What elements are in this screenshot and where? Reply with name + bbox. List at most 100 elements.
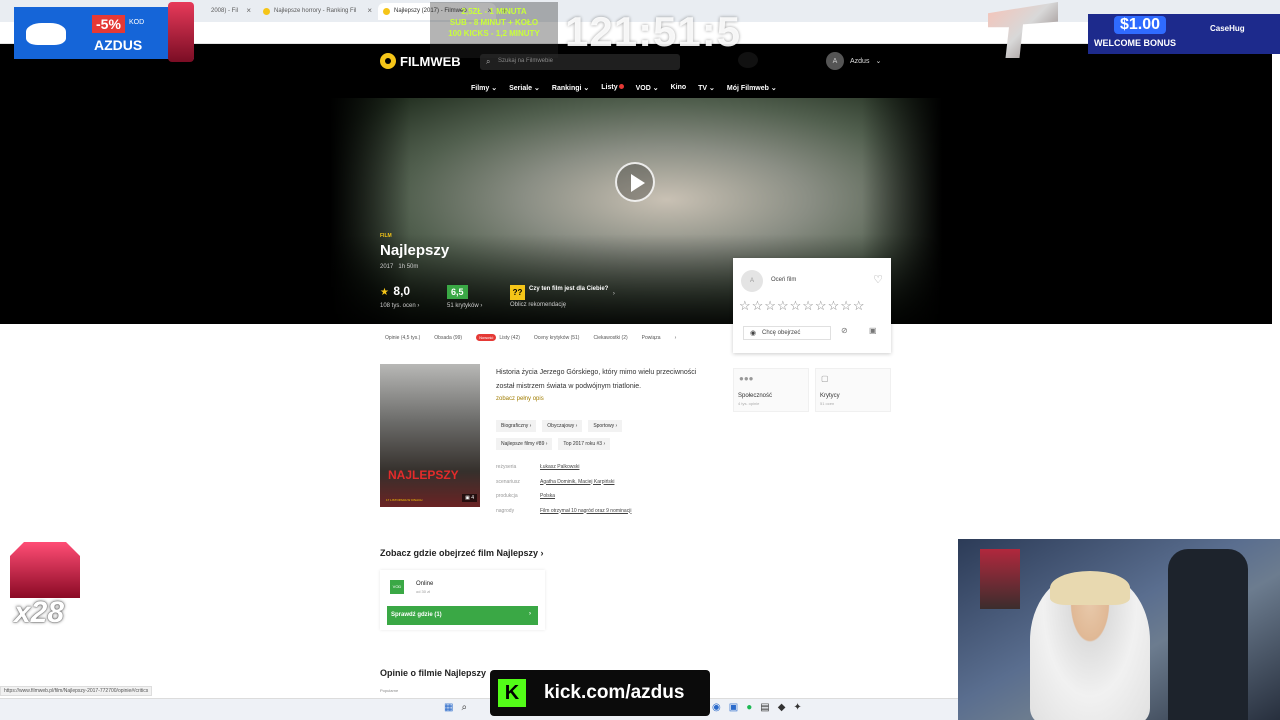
browser-tab[interactable]: 2008) - Fil × [195, 3, 255, 20]
full-description-link[interactable]: zobacz pełny opis [496, 396, 544, 402]
genre-chip[interactable]: Sportowy › [588, 420, 623, 432]
avatar: A [826, 52, 844, 70]
opinions-sort[interactable]: Popularne [380, 688, 398, 693]
ranking-chip[interactable]: Najlepsze filmy #89 › [496, 438, 553, 450]
timer-badge-icon [738, 52, 758, 68]
nav-item-tv[interactable]: TV ⌄ [698, 84, 715, 92]
where-to-watch-title[interactable]: Zobacz gdzie obejrzeć film Najlepszy › [380, 548, 544, 558]
hide-icon[interactable]: ⊘ [841, 326, 848, 335]
app-icon[interactable]: ◉ [712, 702, 721, 713]
question-icon: ?? [510, 285, 525, 300]
film-poster[interactable]: NAJLEPSZY 17 LISTOPADA W KINACH ▣ 4 [380, 364, 480, 507]
multiplier-text: x28 [14, 596, 65, 629]
nav-label: Seriale [509, 85, 533, 92]
add-to-list-icon[interactable]: ▣ [869, 326, 877, 335]
credit-row: reżyseria Łukasz Palkowski [496, 464, 631, 479]
recommend-sub: Oblicz rekomendację [510, 302, 567, 308]
user-rating[interactable]: ★ 8,0 108 tys. ocen › [380, 282, 419, 309]
tab-ciekawostki[interactable]: Ciekawostki (2) [593, 335, 627, 341]
main-nav: Filmy ⌄ Seriale ⌄ Rankingi ⌄ Listy VOD ⌄… [471, 84, 777, 92]
eye-icon: ◉ [750, 330, 757, 337]
rating-value: 8,0 [393, 284, 411, 298]
tab-oceny-krytykow[interactable]: Oceny krytyków (51) [534, 335, 580, 341]
spotify-icon[interactable]: ● [746, 702, 752, 713]
film-meta: 2017 1h 50m [380, 264, 418, 270]
nav-item-seriale[interactable]: Seriale ⌄ [509, 84, 540, 92]
taskbar-search-icon[interactable]: ⌕ [461, 702, 467, 713]
recommendation-button[interactable]: ?? Czy ten film jest dla Ciebie? › Oblicz… [510, 282, 615, 308]
credit-row: produkcja Polska [496, 493, 631, 508]
taskbar-apps: ◉ ▣ ● ▤ ◆ ✦ [712, 702, 802, 713]
ranking-label: Top 2017 roku #3 [563, 441, 603, 447]
chevron-right-icon[interactable]: › [675, 335, 677, 341]
nav-item-vod[interactable]: VOD ⌄ [636, 84, 659, 92]
app-icon[interactable]: ✦ [793, 702, 801, 713]
credit-value[interactable]: Łukasz Palkowski [540, 464, 579, 479]
credit-value[interactable]: Polska [540, 493, 555, 508]
chevron-down-icon: ⌄ [875, 58, 882, 65]
user-menu[interactable]: A Azdus ⌄ [826, 52, 881, 70]
want-to-watch-button[interactable]: ◉ Chcę obejrzeć [743, 326, 831, 340]
genre-chip[interactable]: Biograficzny › [496, 420, 537, 432]
browser-tab[interactable]: Najlepsze horrory - Ranking Fil × [258, 3, 376, 20]
online-label: Online [416, 581, 434, 587]
app-icon[interactable]: ▣ [729, 702, 738, 713]
tab-opinie[interactable]: Opinie (4,5 tys.) [385, 335, 420, 341]
heart-icon[interactable]: ♡ [873, 273, 883, 286]
film-description: Historia życia Jerzego Górskiego, który … [496, 369, 697, 390]
critics-score: 6,5 [447, 285, 468, 299]
energy-drink-can-icon [168, 2, 194, 62]
tab-listy-label: Listy (42) [499, 335, 520, 341]
close-icon[interactable]: × [367, 6, 372, 15]
critics-count: 51 krytyków [447, 303, 479, 309]
webcam-hair [1050, 571, 1130, 605]
app-icon[interactable]: ◆ [778, 702, 786, 713]
webcam-chair [1168, 549, 1248, 720]
credit-key: produkcja [496, 493, 518, 499]
tab-powiazane[interactable]: Powiąza [642, 335, 661, 341]
close-icon[interactable]: × [246, 6, 251, 15]
credit-key: nagrody [496, 507, 515, 514]
rating-count: 108 tys. ocen [380, 303, 416, 309]
community-card[interactable]: ●●● Społeczność 4 tys. opinie [733, 368, 809, 412]
nav-item-filmy[interactable]: Filmy ⌄ [471, 84, 497, 92]
webcam-overlay [958, 539, 1280, 720]
search-placeholder: Szukaj na Filmwebie [498, 58, 554, 64]
promo-code-overlay: -5% KOD AZDUS [14, 7, 194, 59]
subathon-rules-overlay: 2,5ZŁ - 1 MINUTA SUB - 8 MINUT + KOŁO 10… [430, 2, 558, 58]
credit-value[interactable]: Agatha Dominik, Maciej Karpiński [540, 479, 614, 494]
tab-label: Najlepsze horrory - Ranking Fil [274, 8, 357, 14]
user-name: Azdus [850, 57, 870, 65]
credit-row: nagrody Film otrzymał 10 nagród oraz 9 no… [496, 508, 631, 523]
bonus-text: WELCOME BONUS [1094, 38, 1176, 48]
nav-label: Mój Filmweb [726, 85, 769, 92]
nav-item-moj-filmweb[interactable]: Mój Filmweb ⌄ [727, 84, 777, 92]
gallery-count[interactable]: ▣ 4 [462, 494, 477, 502]
rate-label: Oceń film [771, 277, 797, 283]
film-subtabs: Opinie (4,5 tys.) Obsada (99) Nowość List… [385, 334, 677, 341]
genre-label: Biograficzny [501, 423, 529, 429]
opinions-title[interactable]: Opinie o filmie Najlepszy [380, 668, 486, 678]
check-where-button[interactable]: Sprawdź gdzie (1) › [387, 606, 538, 625]
nav-item-rankingi[interactable]: Rankingi ⌄ [552, 84, 589, 92]
nav-item-kino[interactable]: Kino [671, 84, 687, 92]
rating-stars[interactable]: ☆☆☆☆☆☆☆☆☆☆ [739, 298, 866, 314]
genre-label: Obyczajowy [547, 423, 575, 429]
critics-rating[interactable]: 6,5 51 krytyków › [447, 282, 482, 309]
play-trailer-icon[interactable] [615, 162, 655, 202]
nav-label: TV [698, 85, 708, 92]
app-icon[interactable]: ▤ [760, 702, 769, 713]
promo-kod: KOD [129, 19, 145, 26]
avatar: A [741, 270, 763, 292]
tab-listy[interactable]: Nowość Listy (42) [476, 334, 520, 341]
genre-chip[interactable]: Obyczajowy › [542, 420, 583, 432]
ranking-chip[interactable]: Top 2017 roku #3 › [558, 438, 611, 450]
rate-film-card: A Oceń film ♡ ☆☆☆☆☆☆☆☆☆☆ ◉ Chcę obejrzeć… [733, 258, 891, 353]
windows-start-icon[interactable]: ▦ [444, 702, 453, 713]
tab-obsada[interactable]: Obsada (99) [434, 335, 462, 341]
credit-key: scenariusz [496, 478, 520, 485]
gallery-count-value: 4 [471, 495, 474, 501]
nav-item-listy[interactable]: Listy [601, 84, 624, 92]
critics-card[interactable]: ▢ Krytycy 51 ocen [815, 368, 891, 412]
credit-value[interactable]: Film otrzymał 10 nagród oraz 9 nominacji [540, 508, 631, 523]
